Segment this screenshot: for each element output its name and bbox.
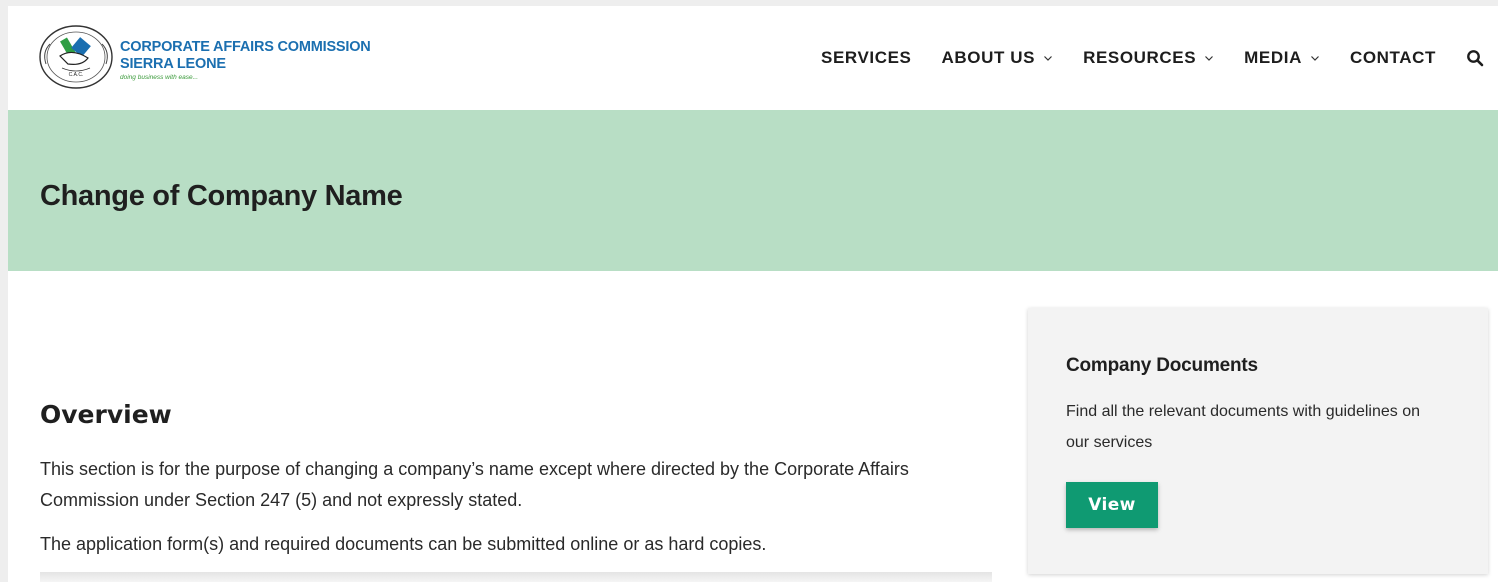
- nav-item-about-us[interactable]: ABOUT US: [942, 48, 1054, 68]
- overview-heading: Overview: [40, 400, 172, 429]
- nav-label: RESOURCES: [1083, 48, 1197, 67]
- nav-label: MEDIA: [1244, 48, 1302, 67]
- search-icon[interactable]: [1466, 49, 1484, 67]
- chevron-down-icon: [1205, 56, 1214, 61]
- page: C.A.C. CORPORATE AFFAIRS COMMISSION SIER…: [8, 6, 1498, 582]
- logo-name-line2: SIERRA LEONE: [120, 56, 226, 72]
- company-documents-card: Company Documents Find all the relevant …: [1028, 308, 1488, 574]
- seal-text: C.A.C.: [69, 72, 84, 78]
- page-title: Change of Company Name: [40, 180, 403, 212]
- main-nav: SERVICES ABOUT US RESOURCES MEDIA CONTAC…: [821, 48, 1484, 68]
- nav-item-resources[interactable]: RESOURCES: [1083, 48, 1214, 68]
- site-header: C.A.C. CORPORATE AFFAIRS COMMISSION SIER…: [8, 6, 1498, 110]
- logo-name-line1: CORPORATE AFFAIRS COMMISSION: [120, 39, 371, 55]
- nav-item-contact[interactable]: CONTACT: [1350, 48, 1436, 68]
- logo-text: CORPORATE AFFAIRS COMMISSION SIERRA LEON…: [120, 39, 371, 83]
- nav-item-media[interactable]: MEDIA: [1244, 48, 1320, 68]
- nav-item-services[interactable]: SERVICES: [821, 48, 911, 68]
- chevron-down-icon: [1044, 56, 1053, 61]
- overview-paragraph: This section is for the purpose of chang…: [40, 459, 909, 510]
- content-divider: [40, 572, 992, 582]
- card-title: Company Documents: [1066, 355, 1258, 376]
- overview-paragraph: The application form(s) and required doc…: [40, 534, 767, 554]
- chevron-down-icon: [1311, 56, 1319, 61]
- nav-label: ABOUT US: [941, 48, 1036, 67]
- nav-label: SERVICES: [821, 48, 912, 67]
- nav-label: CONTACT: [1349, 48, 1436, 67]
- view-documents-button[interactable]: View: [1066, 482, 1158, 528]
- commission-seal-icon: C.A.C.: [38, 24, 114, 90]
- site-logo[interactable]: C.A.C. CORPORATE AFFAIRS COMMISSION SIER…: [38, 24, 371, 90]
- card-description: Find all the relevant documents with gui…: [1066, 403, 1420, 451]
- page-banner: Change of Company Name: [8, 110, 1498, 271]
- logo-tagline: doing business with ease...: [120, 74, 199, 81]
